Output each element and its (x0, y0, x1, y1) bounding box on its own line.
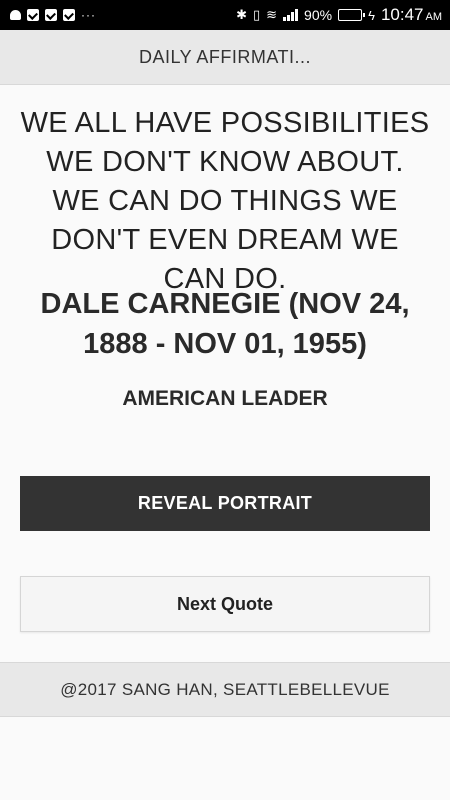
clock-time: 10:47 (380, 5, 424, 24)
app-title: DAILY AFFIRMATI... (138, 46, 312, 67)
battery-percent: 90% (304, 7, 333, 23)
quote-text: WE ALL HAVE POSSIBILITIES WE DON'T KNOW … (20, 107, 430, 295)
status-bar: ··· ✱ ▯ ≋ 90% ϟ 10:47 AM (0, 0, 450, 30)
bluetooth-icon: ✱ (236, 7, 247, 22)
reveal-portrait-button[interactable]: REVEAL PORTRAIT (20, 476, 430, 531)
more-notifications-icon: ··· (81, 8, 96, 22)
android-icon (10, 10, 21, 20)
footer: @2017 SANG HAN, SEATTLEBELLEVUE (0, 662, 450, 717)
check-task-icon (63, 9, 75, 21)
status-left: ··· (10, 8, 96, 22)
author-occupation: AMERICAN LEADER (122, 387, 328, 410)
next-quote-button[interactable]: Next Quote (20, 576, 430, 632)
signal-icon (283, 9, 299, 21)
battery-icon (338, 9, 366, 21)
footer-copyright: @2017 SANG HAN, SEATTLEBELLEVUE (60, 679, 390, 699)
app-title-bar: DAILY AFFIRMATI... (0, 30, 450, 85)
briefcase-check-icon (45, 9, 57, 21)
clock-ampm: AM (425, 11, 443, 23)
clock: 10:47 AM (381, 5, 442, 25)
vibrate-icon: ▯ (252, 7, 261, 22)
status-right: ✱ ▯ ≋ 90% ϟ 10:47 AM (236, 5, 442, 25)
wifi-icon: ≋ (266, 7, 278, 22)
charging-icon: ϟ (368, 7, 375, 23)
check-task-icon (27, 9, 39, 21)
quote-author: DALE CARNEGIE (NOV 24, 1888 - NOV 01, 19… (40, 288, 410, 360)
